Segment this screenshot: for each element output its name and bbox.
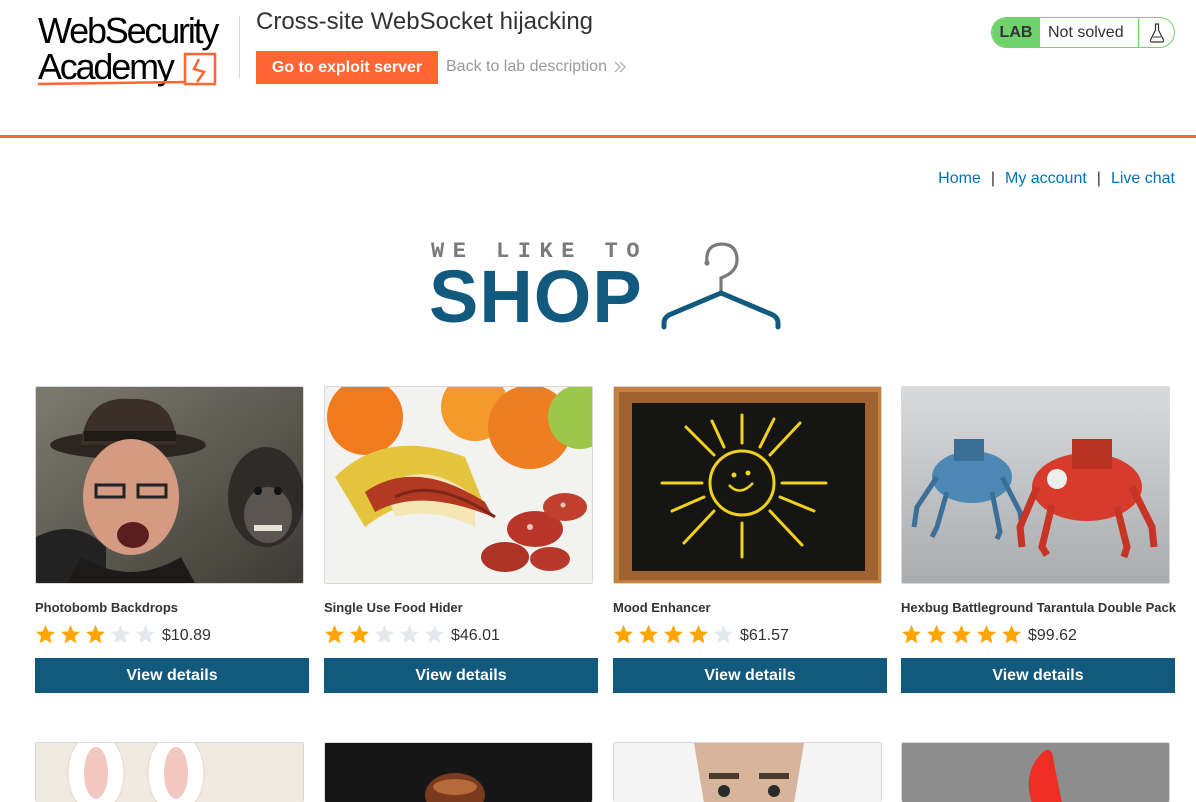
product-name: Mood Enhancer [613,600,711,615]
product-rating: $46.01 [324,620,500,648]
product-price: $99.62 [1028,627,1077,644]
star-empty-icon [400,624,419,643]
lab-status-widget: LAB Not solved [991,17,1175,48]
lab-status-text: Not solved [1048,23,1124,41]
star-empty-icon [111,624,130,643]
product-price: $10.89 [162,627,211,644]
product-image-single-use-food-hider[interactable] [324,386,593,584]
flask-icon [1138,18,1174,47]
product-card: Photobomb Backdrops $10.89 View details [35,386,309,693]
star-empty-icon [714,624,733,643]
product-name: Photobomb Backdrops [35,600,179,615]
star-empty-icon [425,624,444,643]
banner-shop-word: SHOP [429,255,643,338]
product-card [901,742,1175,802]
star-filled-icon [639,624,658,643]
academy-header: WebSecurity Academy Cross-site WebSocket… [0,0,1196,138]
back-to-lab-description-link[interactable]: Back to lab description [446,58,627,76]
my-account-link[interactable]: My account [1005,170,1087,188]
top-nav-links: Home | My account | Live chat [938,170,1175,188]
product-name: Single Use Food Hider [324,600,463,615]
logo-bolt-icon [37,52,217,86]
star-filled-icon [952,624,971,643]
lab-badge: LAB [992,18,1040,47]
lab-title: Cross-site WebSocket hijacking [256,8,594,35]
go-to-exploit-server-button[interactable]: Go to exploit server [256,51,438,84]
star-filled-icon [927,624,946,643]
product-image[interactable] [613,742,882,802]
product-card [324,742,598,802]
product-image[interactable] [324,742,593,802]
home-link[interactable]: Home [938,170,981,188]
web-security-academy-logo[interactable]: WebSecurity Academy [36,12,241,88]
back-link-label: Back to lab description [446,58,607,75]
product-image-photobomb-backdrops[interactable] [35,386,304,584]
product-card: Single Use Food Hider $46.01 View detail… [324,386,598,693]
product-card: Mood Enhancer $61.57 View details [613,386,887,693]
product-price: $61.57 [740,627,789,644]
product-rating: $61.57 [613,620,789,648]
view-details-button[interactable]: View details [324,658,598,693]
star-filled-icon [902,624,921,643]
star-filled-icon [36,624,55,643]
product-card [35,742,309,802]
view-details-button[interactable]: View details [613,658,887,693]
view-details-button[interactable]: View details [35,658,309,693]
star-filled-icon [977,624,996,643]
star-filled-icon [689,624,708,643]
star-empty-icon [136,624,155,643]
star-empty-icon [375,624,394,643]
header-divider [239,16,240,78]
star-filled-icon [664,624,683,643]
nav-separator: | [990,170,995,187]
star-filled-icon [86,624,105,643]
double-chevron-right-icon [614,61,626,73]
nav-separator: | [1096,170,1101,187]
product-image-hexbug-tarantula[interactable] [901,386,1170,584]
clothes-hanger-icon [661,242,781,330]
product-price: $46.01 [451,627,500,644]
star-filled-icon [350,624,369,643]
star-filled-icon [614,624,633,643]
live-chat-link[interactable]: Live chat [1111,170,1175,188]
product-rating: $10.89 [35,620,211,648]
shop-banner: WE LIKE TO SHOP [429,239,781,334]
product-card [613,742,887,802]
star-filled-icon [325,624,344,643]
star-filled-icon [61,624,80,643]
product-image-mood-enhancer[interactable] [613,386,882,584]
product-name: Hexbug Battleground Tarantula Double Pac… [901,600,1176,615]
product-rating: $99.62 [901,620,1077,648]
product-card: Hexbug Battleground Tarantula Double Pac… [901,386,1176,693]
product-image[interactable] [901,742,1170,802]
product-image[interactable] [35,742,304,802]
star-filled-icon [1002,624,1021,643]
view-details-button[interactable]: View details [901,658,1175,693]
